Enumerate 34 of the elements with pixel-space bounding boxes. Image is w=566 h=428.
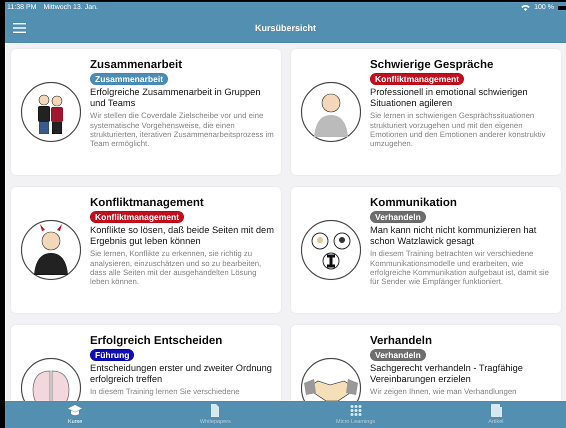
person-drawing: [300, 81, 362, 143]
course-subtitle: Sachgerecht verhandeln - Tragfähige Vereinbarungen erzielen: [370, 363, 524, 384]
course-title: Kommunikation: [370, 197, 457, 209]
graduation-cap-icon: [68, 404, 82, 417]
course-title: Verhandeln: [370, 335, 432, 347]
two-people-drawing: [20, 81, 82, 143]
people-network-drawing: [300, 219, 362, 281]
course-subtitle: Professionell in emotional schwierigen Situationen agileren: [370, 87, 529, 108]
course-subtitle: Man kann nicht nicht kommunizieren hat schon Watzlawick gesagt: [370, 225, 538, 246]
category-tag: Konfliktmanagement: [90, 211, 184, 223]
course-title: Schwierige Gespräche: [370, 59, 494, 71]
course-card[interactable]: [11, 187, 281, 313]
course-card[interactable]: [11, 49, 281, 175]
course-subtitle: Erfolgreiche Zusammenarbeit in Gruppen und Teams: [90, 87, 262, 108]
grid-icon: [348, 404, 363, 417]
category-tag: Konfliktmanagement: [370, 73, 464, 85]
person-drawing: [20, 219, 82, 281]
page-title: Kursübersicht: [254, 23, 316, 33]
category-tag: Zusammenarbeit: [90, 73, 168, 85]
wifi-icon: [521, 4, 530, 11]
course-subtitle: Konflikte so lösen, daß beide Seiten mit dem Ergebnis gut leben können: [90, 225, 275, 246]
category-tag: Verhandeln: [370, 349, 426, 361]
newspaper-icon: [488, 404, 503, 417]
course-title: Erfolgreich Entscheiden: [90, 335, 222, 347]
course-card[interactable]: [291, 187, 561, 313]
battery-icon: [558, 6, 566, 10]
course-title: Zusammenarbeit: [90, 59, 182, 71]
category-tag: Verhandeln: [370, 211, 426, 223]
course-title: Konfliktmanagement: [90, 197, 204, 209]
course-subtitle: Entscheidungen erster und zweiter Ordnung erfolgreich treffen: [90, 363, 273, 384]
course-card[interactable]: [291, 49, 561, 175]
menu-icon[interactable]: [13, 23, 26, 33]
category-tag: Führung: [90, 349, 134, 361]
brain-drawing: [20, 357, 82, 401]
